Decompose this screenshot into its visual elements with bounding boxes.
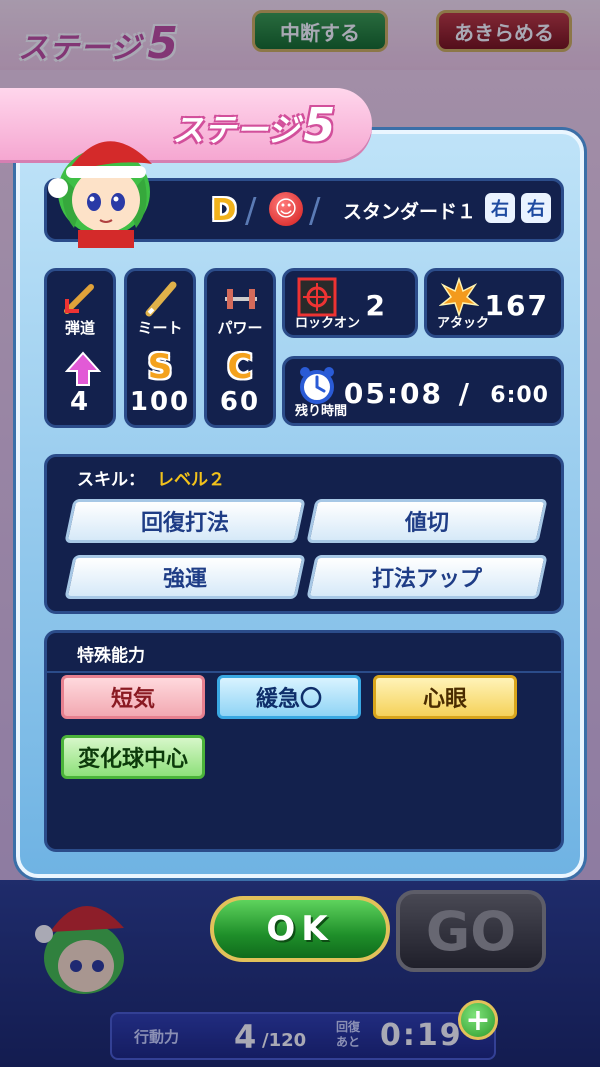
ability-chip[interactable]: 緩急〇 [217,675,361,719]
throw-hand-badge: 右 [485,193,515,223]
stage-title: ステージ5 [172,98,335,152]
bat-hand-badge: 右 [521,193,551,223]
time-label: 残り時間 [295,404,348,419]
skill-label: 値切 [404,511,449,536]
lockon-value: 2 [365,289,387,322]
stat-trajectory: 弾道 4 [44,268,116,428]
skill-label: 強運 [162,567,207,592]
skills-level: レベル２ [157,470,225,490]
time-max: 6:00 [490,383,549,408]
explosion-icon [439,277,479,317]
stage-word: ステージ [172,111,300,149]
energy-label: 行動力 [134,1028,180,1046]
hud-character-avatar [35,905,124,994]
pause-button[interactable]: 中断する [252,10,388,52]
energy-recover-time: 0:19 [380,1018,463,1053]
stat-meet: ミート S 100 [124,268,196,428]
stat-value: 60 [219,387,261,417]
energy-recover-label: 回復 あと [336,1020,360,1050]
player-type: スタンダード１ [343,201,477,223]
stat-grade: S [147,347,173,387]
skills-title-label: スキル： [77,470,145,490]
skill-button[interactable]: 回復打法 [64,499,306,543]
stat-power: パワー C 60 [204,268,276,428]
background-stage-word: ステージ [18,31,142,66]
skills-panel: スキル： レベル２ 回復打法 値切 強運 打法アップ [44,454,564,614]
abilities-panel: 特殊能力 短気 緩急〇 心眼 変化球中心 [44,630,564,852]
stage-number: 5 [303,98,336,152]
attack-label: アタック [437,316,490,331]
character-avatar [48,141,152,248]
stat-value: 4 [69,387,91,417]
skill-label: 回復打法 [140,511,229,536]
skill-button[interactable]: 打法アップ [306,555,548,599]
stat-label: ミート [137,319,183,337]
abilities-title: 特殊能力 [77,646,145,666]
skill-label: 打法アップ [371,567,482,592]
go-button[interactable]: GO [396,890,546,972]
stat-value: 100 [129,387,191,417]
energy-plus-button[interactable]: + [458,1000,498,1040]
recover-label-2: あと [336,1035,361,1049]
condition-smiley-icon: ☺ [269,192,303,226]
bat-icon [145,281,177,317]
give-up-button[interactable]: あきらめる [436,10,572,52]
stat-grade: C [227,347,253,387]
skill-button[interactable]: 値切 [306,499,548,543]
ability-chip[interactable]: 変化球中心 [61,735,205,779]
energy-bar: 行動力 4 /120 回復 あと 0:19 [110,1012,496,1060]
barbell-icon [225,289,257,309]
energy-current: 4 [234,1018,257,1056]
ok-button[interactable]: OK [210,896,390,962]
skill-button[interactable]: 強運 [64,555,306,599]
time-panel: 残り時間 05:08 / 6:00 [282,356,564,426]
lockon-label: ロックオン [295,316,361,331]
attack-value: 167 [484,289,549,322]
stat-label: 弾道 [64,319,95,337]
alarm-clock-icon [300,367,334,404]
recover-label-1: 回復 [336,1020,361,1034]
time-separator: / [458,377,469,410]
attack-panel: アタック 167 [424,268,564,338]
time-remaining: 05:08 [343,377,443,410]
crosshair-icon [297,277,337,317]
ability-chip[interactable]: 心眼 [373,675,517,719]
skills-title: スキル： レベル２ [77,465,225,490]
background-stage-number: 5 [147,18,180,69]
abilities-divider [47,671,561,673]
ability-chip[interactable]: 短気 [61,675,205,719]
stat-label: パワー [217,319,263,337]
divider-slash: / [245,191,257,231]
divider-slash: / [309,191,321,231]
trajectory-icon [64,284,94,314]
trajectory-up-arrow-icon [65,351,101,386]
lockon-panel: ロックオン 2 [282,268,418,338]
player-rank: D [211,193,237,228]
energy-max: /120 [262,1030,307,1051]
background-stage-title: ステージ 5 [18,18,179,69]
